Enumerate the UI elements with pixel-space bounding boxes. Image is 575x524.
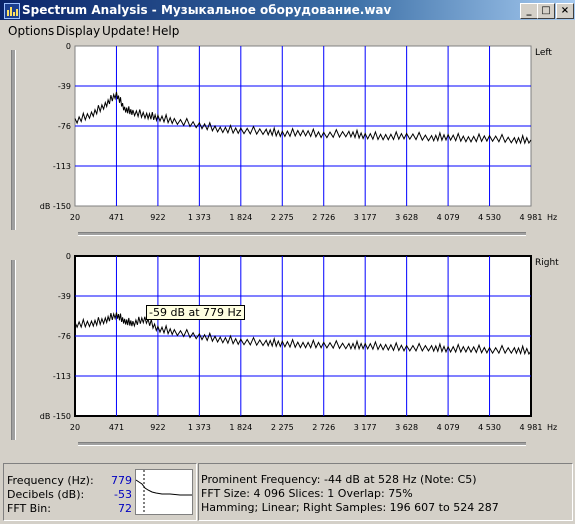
y-tick-label: -39	[58, 82, 71, 91]
x-tick-label: 4 530	[478, 213, 501, 222]
x-tick-label: 4 981	[520, 423, 543, 432]
decibels-label: Decibels (dB):	[7, 488, 85, 501]
x-tick-label: 4 079	[437, 213, 460, 222]
left-horizontal-slider[interactable]	[78, 232, 526, 236]
status-bar: Frequency (Hz): 779 Decibels (dB): -53 F…	[0, 461, 575, 524]
y-tick-label: -39	[58, 292, 71, 301]
x-tick-label: 1 373	[188, 213, 211, 222]
x-tick-label: 4 079	[437, 423, 460, 432]
x-tick-label: 471	[109, 423, 124, 432]
fftbin-label: FFT Bin:	[7, 502, 51, 515]
x-tick-label: 2 726	[312, 213, 335, 222]
x-tick-label: 4 981	[520, 213, 543, 222]
close-button[interactable]: ×	[556, 3, 574, 19]
x-tick-label: 20	[70, 423, 80, 432]
cursor-readout-panel: Frequency (Hz): 779 Decibels (dB): -53 F…	[3, 463, 197, 521]
y-tick-label: -76	[58, 122, 71, 131]
x-unit-label: Hz	[547, 423, 557, 432]
x-tick-label: 922	[150, 213, 165, 222]
menu-options[interactable]: Options	[8, 24, 54, 38]
x-tick-label: 922	[150, 423, 165, 432]
fft-settings-text: FFT Size: 4 096 Slices: 1 Overlap: 75%	[201, 487, 413, 500]
window-samples-text: Hamming; Linear; Right Samples: 196 607 …	[201, 501, 499, 514]
x-tick-label: 3 628	[395, 213, 418, 222]
x-tick-label: 20	[70, 213, 80, 222]
right-spectrum-chart[interactable]: 20 471 922 1 373 1 824 2 275 2 726 3 177 3 628 4 …	[0, 250, 575, 450]
minimize-button[interactable]: _	[520, 3, 538, 19]
frequency-label: Frequency (Hz):	[7, 474, 94, 487]
maximize-button[interactable]: □	[537, 3, 555, 19]
x-tick-label: 2 275	[271, 213, 294, 222]
y-tick-label: -113	[53, 162, 71, 171]
y-tick-label: dB -150	[40, 202, 71, 211]
channel-label: Left	[535, 48, 552, 58]
x-unit-label: Hz	[547, 213, 557, 222]
frequency-value: 779	[111, 474, 132, 487]
x-tick-label: 4 530	[478, 423, 501, 432]
left-spectrum-chart[interactable]: 20 471 922 1 373 1 824 2 275 2 726 3 177 3 628 4 …	[0, 40, 575, 240]
x-tick-label: 3 177	[354, 423, 377, 432]
mini-spectrum-preview	[135, 469, 193, 515]
y-tick-label: -76	[58, 332, 71, 341]
decibels-value: -53	[114, 488, 132, 501]
x-tick-label: 3 177	[354, 213, 377, 222]
chart-left-panel: 20 471 922 1 373 1 824 2 275 2 726 3 177 3 628 4 …	[0, 40, 575, 240]
hover-tooltip: -59 dB at 779 Hz	[146, 305, 245, 320]
x-tick-label: 2 275	[271, 423, 294, 432]
fftbin-value: 72	[118, 502, 132, 515]
menu-help[interactable]: Help	[152, 24, 179, 38]
y-tick-label: dB -150	[40, 412, 71, 421]
y-tick-label: 0	[66, 252, 71, 261]
x-tick-label: 3 628	[395, 423, 418, 432]
title-bar[interactable]: Spectrum Analysis - Музыкальное оборудов…	[0, 0, 575, 20]
x-tick-label: 1 373	[188, 423, 211, 432]
right-horizontal-slider[interactable]	[78, 442, 526, 446]
menu-display[interactable]: Display	[56, 24, 100, 38]
chart-right-panel: 20 471 922 1 373 1 824 2 275 2 726 3 177 3 628 4 …	[0, 250, 575, 450]
x-tick-label: 1 824	[229, 213, 252, 222]
window-title: Spectrum Analysis - Музыкальное оборудов…	[22, 3, 392, 17]
menu-bar: Options Display Update! Help	[0, 20, 575, 40]
channel-label: Right	[535, 258, 559, 268]
y-tick-label: -113	[53, 372, 71, 381]
x-tick-label: 1 824	[229, 423, 252, 432]
x-tick-label: 471	[109, 213, 124, 222]
x-tick-label: 2 726	[312, 423, 335, 432]
y-tick-label: 0	[66, 42, 71, 51]
spectrum-app-icon	[4, 3, 20, 19]
menu-update[interactable]: Update!	[102, 24, 150, 38]
prominent-frequency-text: Prominent Frequency: -44 dB at 528 Hz (N…	[201, 473, 477, 486]
